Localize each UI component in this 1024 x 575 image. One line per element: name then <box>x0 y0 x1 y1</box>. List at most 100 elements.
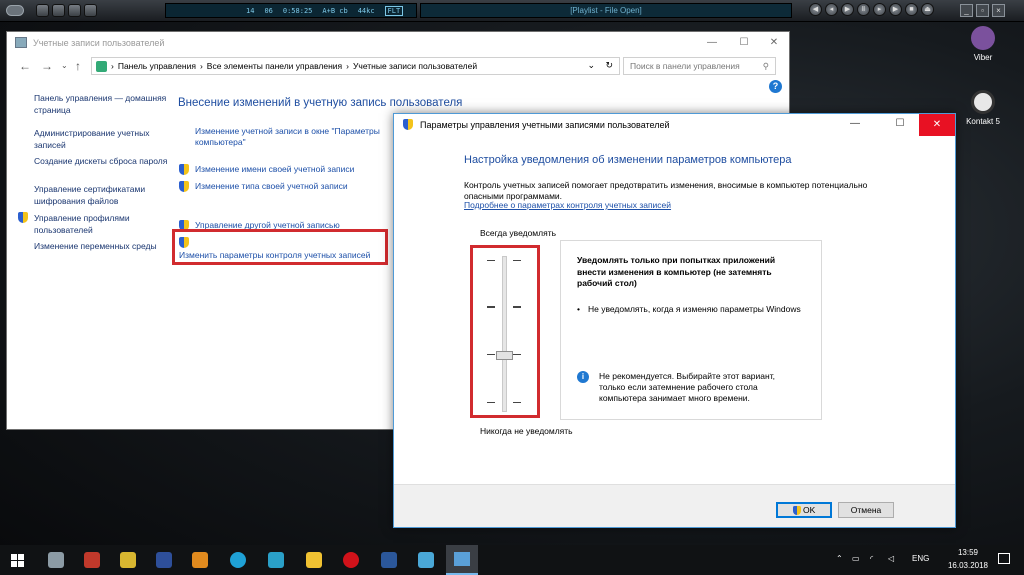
slider-bottom-label: Никогда не уведомлять <box>480 426 573 436</box>
player-play-icon[interactable]: ▶ <box>841 3 854 16</box>
taskbar-app-icon[interactable] <box>418 552 434 568</box>
link-pc-settings[interactable]: Изменение учетной записи в окне "Парамет… <box>195 126 395 148</box>
link-change-name[interactable]: Изменение имени своей учетной записи <box>195 164 354 175</box>
sidebar-item-admin-accounts[interactable]: Администрирование учетных записей <box>34 127 169 151</box>
player-playlist-button[interactable] <box>68 4 81 17</box>
level-info: i Не рекомендуется. Выбирайте этот вариа… <box>577 371 799 404</box>
media-player-bar: 14 06 0:58:25 A+B cb 44kc FLT [Playlist … <box>0 0 1024 22</box>
slider-top-label: Всегда уведомлять <box>480 228 557 238</box>
breadcrumb-item[interactable]: Панель управления <box>118 61 196 71</box>
start-windows-icon[interactable] <box>11 554 24 567</box>
recent-chevron-icon[interactable]: ⌄ <box>61 61 68 70</box>
tray-network-icon[interactable]: ▭ <box>852 554 860 563</box>
desktop-icon-kontakt[interactable]: Kontakt 5 <box>958 90 1008 126</box>
learn-more-link[interactable]: Подробнее о параметрах контроля учетных … <box>464 200 671 210</box>
uac-close-button[interactable]: ✕ <box>919 114 955 136</box>
cp-maximize-button[interactable]: ☐ <box>729 35 759 51</box>
player-stop-icon[interactable]: ■ <box>905 3 918 16</box>
player-options-button[interactable] <box>84 4 97 17</box>
level-info-text: Не рекомендуется. Выбирайте этот вариант… <box>599 371 776 403</box>
tray-overflow-icon[interactable]: ⌃ <box>836 554 843 563</box>
sidebar-item-home[interactable]: Панель управления — домашняя страница <box>34 92 169 116</box>
address-dropdown-icon[interactable]: ⌄ <box>587 60 595 71</box>
sidebar-item-profiles[interactable]: Управление профилями пользователей <box>34 212 169 236</box>
slider-highlight <box>470 245 540 418</box>
shield-icon <box>179 181 189 193</box>
taskbar-app-icon[interactable] <box>120 552 136 568</box>
up-arrow-icon[interactable]: ↑ <box>75 59 81 73</box>
player-minimize-button[interactable]: _ <box>960 4 973 17</box>
address-users-icon <box>96 60 107 72</box>
taskbar-file-explorer-icon[interactable] <box>306 552 322 568</box>
search-icon[interactable]: ⚲ <box>763 58 769 74</box>
tray-volume-icon[interactable]: ◁ <box>888 554 894 563</box>
player-pause-icon[interactable]: Ⅱ <box>857 3 870 16</box>
player-menu-button[interactable] <box>36 4 49 17</box>
cancel-button-label: Отмена <box>850 505 882 515</box>
search-input[interactable]: Поиск в панели управления ⚲ <box>623 57 776 75</box>
uac-settings-dialog: Параметры управления учетными записями п… <box>393 113 956 528</box>
address-bar[interactable]: › Панель управления › Все элементы панел… <box>91 57 620 75</box>
player-prev-icon[interactable]: ◀ <box>809 3 822 16</box>
kontakt-icon <box>971 90 995 114</box>
tray-time[interactable]: 13:59 <box>946 548 990 557</box>
link-change-type[interactable]: Изменение типа своей учетной записи <box>195 181 348 192</box>
desktop-icon-viber[interactable]: Viber <box>958 26 1008 62</box>
cancel-button[interactable]: Отмена <box>838 502 894 518</box>
taskbar-ccleaner-icon[interactable] <box>230 552 246 568</box>
ok-button-label: OK <box>803 505 816 515</box>
sidebar-item-certificates[interactable]: Управление сертификатами шифрования файл… <box>34 183 169 207</box>
tray-date[interactable]: 16.03.2018 <box>942 561 994 570</box>
player-forward-icon[interactable]: ▸ <box>873 3 886 16</box>
cp-close-button[interactable]: ✕ <box>759 35 789 51</box>
player-ab-indicator: A+B cb <box>322 6 348 15</box>
ok-button[interactable]: OK <box>776 502 832 518</box>
uac-link-highlight <box>172 229 388 265</box>
shield-icon <box>18 212 28 224</box>
sidebar-item-reset-disk[interactable]: Создание дискеты сброса пароля <box>34 155 169 167</box>
shield-icon <box>792 506 801 516</box>
notification-center-icon[interactable] <box>998 553 1010 564</box>
player-filter-badge: FLT <box>384 5 404 16</box>
player-rewind-icon[interactable]: ◂ <box>825 3 838 16</box>
taskbar-active-window[interactable] <box>446 545 478 575</box>
taskbar-app-icon[interactable] <box>48 552 64 568</box>
taskbar-word-icon[interactable] <box>381 552 397 568</box>
back-arrow-icon[interactable]: ← <box>19 59 31 73</box>
breadcrumb-sep-icon: › <box>346 61 349 71</box>
user-accounts-icon <box>15 37 27 48</box>
taskbar-app-icon[interactable] <box>192 552 208 568</box>
player-title: [Playlist - File Open] <box>420 3 792 18</box>
uac-maximize-button[interactable]: ☐ <box>885 118 915 129</box>
page-title: Внесение изменений в учетную запись поль… <box>178 97 463 109</box>
help-icon[interactable]: ? <box>769 80 782 93</box>
player-next-icon[interactable]: ▶ <box>889 3 902 16</box>
player-eject-icon[interactable]: ⏏ <box>921 3 934 16</box>
breadcrumb-item[interactable]: Все элементы панели управления <box>207 61 342 71</box>
desktop-icon-label: Kontakt 5 <box>966 117 1000 126</box>
uac-minimize-button[interactable]: — <box>840 118 870 129</box>
viber-icon <box>971 26 995 50</box>
taskbar-opera-icon[interactable] <box>343 552 359 568</box>
cp-minimize-button[interactable]: — <box>697 35 727 51</box>
info-icon: i <box>577 371 589 383</box>
taskbar-fl-studio-icon[interactable] <box>84 552 100 568</box>
player-eq-button[interactable] <box>52 4 65 17</box>
forward-arrow-icon[interactable]: → <box>41 59 53 73</box>
sidebar-item-env-vars[interactable]: Изменение переменных среды <box>34 240 169 252</box>
uac-window-title: Параметры управления учетными записями п… <box>420 120 670 130</box>
breadcrumb-sep-icon: › <box>199 61 203 71</box>
uac-heading: Настройка уведомления об изменении парам… <box>464 154 792 166</box>
player-restore-button[interactable]: ▫ <box>976 4 989 17</box>
tray-wifi-icon[interactable]: ◜ <box>870 554 873 563</box>
player-display: 14 06 0:58:25 A+B cb 44kc FLT <box>165 3 417 18</box>
taskbar-app-icon[interactable] <box>268 552 284 568</box>
taskbar-app-icon[interactable] <box>156 552 172 568</box>
refresh-icon[interactable]: ↻ <box>605 60 613 71</box>
search-placeholder: Поиск в панели управления <box>630 61 740 71</box>
breadcrumb-item[interactable]: Учетные записи пользователей <box>353 61 477 71</box>
breadcrumb-sep-icon: › <box>111 61 114 71</box>
player-close-button[interactable]: × <box>992 4 1005 17</box>
player-time: 0:58:25 <box>282 6 313 15</box>
tray-language[interactable]: ENG <box>912 554 929 563</box>
